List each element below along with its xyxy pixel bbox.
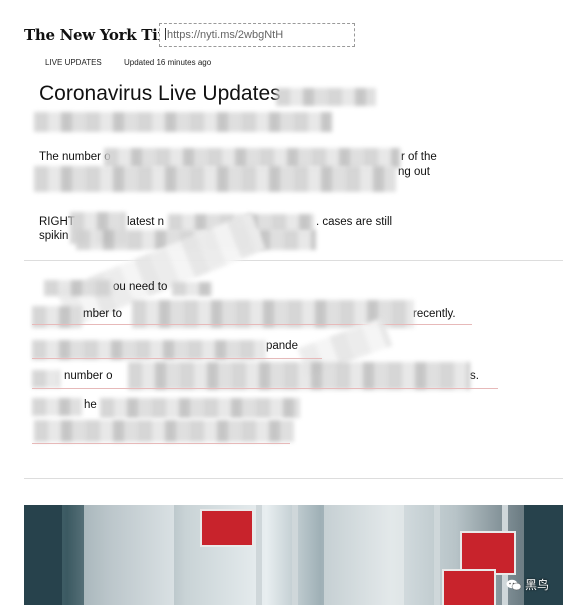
article-photo[interactable]: 黑鸟 (24, 505, 563, 605)
article-title: Coronavirus Live Updates (39, 82, 281, 105)
redaction-heading-end (172, 282, 212, 296)
redaction-para1-line2 (34, 166, 396, 192)
redaction-title (276, 88, 376, 106)
pole-3 (434, 505, 440, 605)
link-underline-3 (32, 388, 498, 389)
section-divider-top (24, 260, 563, 261)
updated-timestamp: Updated 16 minutes ago (124, 58, 212, 67)
list-item-4-fragment: he (84, 399, 97, 411)
paragraph-1-end: r of the (401, 151, 437, 163)
redaction-item4-line2 (34, 420, 294, 442)
live-updates-label[interactable]: LIVE UPDATES (45, 58, 102, 67)
panel-right (324, 505, 404, 605)
redaction-para1 (104, 148, 400, 168)
link-underline-1 (32, 324, 472, 325)
hanging-ad-right (442, 569, 496, 605)
redaction-item4 (32, 398, 82, 416)
redaction-item4-mid (100, 398, 300, 418)
redaction-item3 (32, 370, 60, 388)
link-underline-2 (32, 358, 322, 359)
url-value: https://nyti.ms/2wbgNtH (167, 29, 284, 41)
url-field[interactable]: https://nyti.ms/2wbgNtH (159, 23, 355, 47)
section-heading-fragment: ou need to (113, 281, 168, 293)
paragraph-2-line2-start: spikin (39, 230, 69, 242)
watermark-text: 黑鸟 (524, 578, 549, 592)
door-left (24, 505, 62, 605)
wechat-icon (506, 579, 522, 591)
paragraph-2-mid: latest n (127, 216, 165, 228)
redaction-title-line2 (34, 112, 332, 132)
pole-2 (292, 505, 298, 605)
paragraph-2-end: . cases are still (316, 216, 393, 228)
panel-left (84, 505, 174, 605)
redaction-heading (44, 280, 114, 296)
redaction-item3-mid (128, 362, 470, 390)
section-divider-bottom (24, 478, 563, 479)
paragraph-1-start: The number o (39, 151, 111, 163)
link-underline-4 (32, 443, 290, 444)
text-caret (165, 28, 166, 40)
pole-1 (256, 505, 262, 605)
list-item-3-end: s. (470, 370, 479, 382)
list-item-1-end: recently. (413, 308, 456, 320)
redaction-item2 (32, 340, 266, 360)
list-item-1-start: mber to (83, 308, 122, 320)
list-item-2-fragment: pande (266, 340, 298, 352)
hanging-ad-left (200, 509, 254, 547)
list-item-3-start: number o (64, 370, 113, 382)
watermark: 黑鸟 (506, 576, 549, 593)
paragraph-1-line2-end: ng out (398, 166, 430, 178)
